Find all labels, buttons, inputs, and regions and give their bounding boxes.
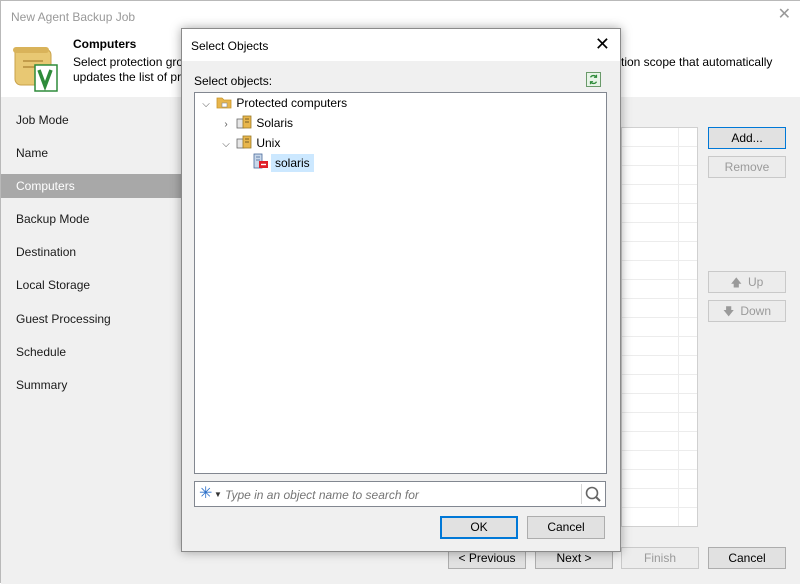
list-row [622,489,697,508]
tree-node-label: Unix [256,136,281,150]
step-name[interactable]: Name [1,141,183,165]
header-title: Computers [73,37,137,51]
step-destination[interactable]: Destination [1,240,183,264]
object-search-input[interactable] [225,486,575,504]
chevron-down-icon[interactable]: ⌵ [219,135,233,155]
refresh-icon[interactable] [586,72,601,87]
list-row [622,261,697,280]
list-row [622,223,697,242]
list-row [622,204,697,223]
dialog-close-icon[interactable]: ✕ [595,35,610,53]
server-group-icon [236,135,252,149]
header-description-right: tion scope that automatically [621,55,773,69]
down-button[interactable]: 🡇 Down [708,300,786,322]
step-summary[interactable]: Summary [1,373,183,397]
dropdown-caret-icon[interactable]: ▼ [214,490,222,499]
folder-icon [216,97,232,109]
tree-node-unix-group[interactable]: ⌵ Unix [219,133,280,153]
list-row [622,166,697,185]
tree-node-label: Protected computers [236,96,348,110]
list-row [622,280,697,299]
step-backup-mode[interactable]: Backup Mode [1,207,183,231]
up-button[interactable]: 🡅 Up [708,271,786,293]
list-row [622,128,697,147]
list-row [622,394,697,413]
dialog-cancel-button[interactable]: Cancel [527,516,605,539]
wizard-title: New Agent Backup Job [11,10,136,24]
list-row [622,242,697,261]
list-row [622,299,697,318]
tree-node-label: solaris [271,154,314,172]
down-button-label: Down [740,304,771,318]
step-local-storage[interactable]: Local Storage [1,273,183,297]
list-row [622,356,697,375]
wizard-cancel-button[interactable]: Cancel [708,547,786,569]
select-objects-label: Select objects: [194,74,273,88]
tree-node-solaris-computer[interactable]: solaris [253,153,314,173]
header-description-left: Select protection gro updates the list o… [73,55,184,84]
objects-tree[interactable]: ⌵ Protected computers › Solaris ⌵ Unix s… [194,92,607,474]
list-row [622,451,697,470]
step-schedule[interactable]: Schedule [1,340,183,364]
list-row [622,413,697,432]
list-row [622,147,697,166]
chevron-down-icon[interactable]: ⌵ [199,95,213,115]
dialog-title: Select Objects [191,39,269,53]
list-row [622,432,697,451]
finish-button[interactable]: Finish [621,547,699,569]
step-guest-processing[interactable]: Guest Processing [1,307,183,331]
tree-node-solaris-group[interactable]: › Solaris [219,113,293,133]
computers-list[interactable] [621,127,698,527]
wizard-close-icon[interactable]: ✕ [778,7,791,23]
tree-node-label: Solaris [256,116,294,130]
remove-button[interactable]: Remove [708,156,786,178]
add-button[interactable]: Add... [708,127,786,149]
select-objects-dialog: Select Objects ✕ Select objects: ⌵ Prote… [181,28,621,552]
up-button-label: Up [747,275,764,289]
computer-error-icon [253,153,268,169]
server-group-icon [236,115,252,129]
list-row [622,375,697,394]
search-icon[interactable] [581,484,603,504]
chevron-right-icon[interactable]: › [219,115,233,135]
arrow-up-icon: 🡅 [730,277,742,289]
arrow-down-icon: 🡇 [723,306,735,318]
list-row [622,318,697,337]
wizard-steps: Job Mode Name Computers Backup Mode Dest… [1,97,183,584]
ok-button[interactable]: OK [440,516,518,539]
object-search-box: ✳ ▼ [194,481,606,507]
step-computers[interactable]: Computers [1,174,183,198]
list-row [622,337,697,356]
tree-node-protected-computers[interactable]: ⌵ Protected computers [199,93,347,113]
step-job-mode[interactable]: Job Mode [1,108,183,132]
list-column-divider [678,128,679,526]
list-row [622,470,697,489]
list-row [622,185,697,204]
dialog-titlebar: Select Objects ✕ [182,29,620,61]
scroll-checkmark-icon [13,47,58,92]
